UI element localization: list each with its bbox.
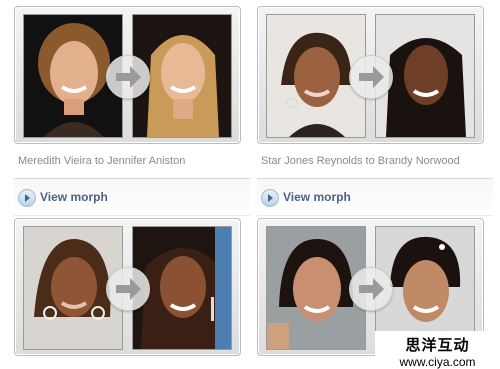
watermark-chinese-text: 思洋互动 <box>405 337 470 354</box>
right-arrow-icon <box>349 267 393 311</box>
watermark-url: www.ciya.com <box>399 355 476 369</box>
view-morph-link[interactable]: View morph <box>283 190 351 204</box>
play-icon[interactable] <box>261 189 279 207</box>
morph-frame <box>14 6 241 144</box>
morph-caption: Star Jones Reynolds to Brandy Norwood <box>261 155 460 167</box>
view-morph-link[interactable]: View morph <box>40 190 108 204</box>
right-arrow-icon <box>106 267 150 311</box>
watermark: 思洋互动 www.ciya.com <box>375 331 500 369</box>
view-morph-bar: View morph <box>14 178 250 216</box>
right-arrow-icon <box>106 55 150 99</box>
morph-frame <box>14 218 241 356</box>
morph-frame <box>257 6 484 144</box>
view-morph-bar: View morph <box>257 178 493 216</box>
play-icon[interactable] <box>18 189 36 207</box>
morph-caption: Meredith Vieira to Jennifer Aniston <box>18 155 186 167</box>
right-arrow-icon <box>349 55 393 99</box>
